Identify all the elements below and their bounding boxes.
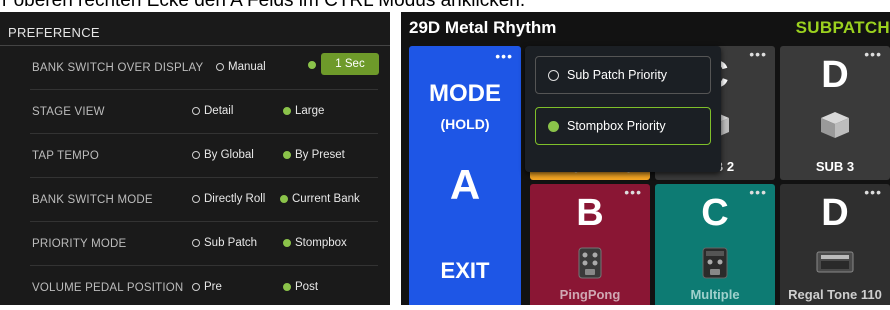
radio-selected-icon [280, 195, 288, 203]
radio-icon [192, 239, 200, 247]
setting-label: BANK SWITCH MODE [32, 194, 153, 206]
option-directly-roll[interactable]: Directly Roll [192, 193, 265, 205]
tile-d-top[interactable]: ••• D SUB 3 [780, 46, 890, 180]
option-label: Stompbox [295, 237, 347, 249]
tile-letter: B [576, 192, 604, 234]
priority-popup: Sub Patch Priority Stompbox Priority [525, 46, 721, 172]
option-label: Stompbox Priority [567, 119, 666, 133]
option-label: Post [295, 281, 319, 293]
option-pre[interactable]: Pre [192, 281, 222, 293]
option-stompbox-priority[interactable]: Stompbox Priority [535, 107, 711, 145]
preference-panel: PREFERENCE BANK SWITCH OVER DISPLAY Manu… [0, 12, 390, 305]
radio-icon [192, 151, 200, 159]
option-by-preset[interactable]: By Preset [283, 149, 345, 161]
radio-icon [192, 107, 200, 115]
option-label: Manual [228, 61, 266, 73]
radio-selected-icon [283, 283, 291, 291]
tile-d-bottom[interactable]: ••• D Regal Tone 110 [780, 184, 890, 305]
option-label: Sub Patch Priority [567, 68, 668, 82]
radio-icon [548, 69, 559, 81]
tile-name: Regal Tone 110 [788, 287, 882, 302]
setting-row-priority-mode: PRIORITY MODE Sub Patch Stompbox [0, 222, 390, 266]
mode-title: MODE [429, 80, 501, 107]
device-display: 29D Metal Rhythm SUBPATCH ••• MODE (HOLD… [401, 12, 890, 305]
option-stompbox[interactable]: Stompbox [283, 237, 347, 249]
radio-selected-icon [283, 151, 291, 159]
more-options-icon[interactable]: ••• [495, 48, 513, 64]
setting-label: STAGE VIEW [32, 106, 105, 118]
radio-icon [216, 63, 224, 71]
exit-label: EXIT [440, 258, 490, 283]
option-label: Pre [204, 281, 222, 293]
tile-name: SUB 3 [815, 159, 855, 174]
option-sub-patch[interactable]: Sub Patch [192, 237, 257, 249]
setting-label: BANK SWITCH OVER DISPLAY [32, 62, 204, 74]
radio-icon [192, 283, 200, 291]
tile-name: PingPong [559, 287, 621, 302]
setting-row-bank-switch-mode: BANK SWITCH MODE Directly Roll Current B… [0, 178, 390, 222]
tile-b-bottom[interactable]: ••• B PingPong [530, 184, 650, 305]
option-label: Sub Patch [204, 237, 258, 249]
tile-letter: D [821, 54, 849, 96]
setting-label: TAP TEMPO [32, 150, 99, 162]
radio-selected-icon [548, 120, 559, 132]
tile-c-bottom[interactable]: ••• C Multiple [655, 184, 775, 305]
option-sub-patch-priority[interactable]: Sub Patch Priority [535, 56, 711, 94]
tile-name: Multiple [690, 287, 740, 302]
tile-letter: A [449, 161, 481, 208]
option-label: By Preset [295, 149, 345, 161]
option-label: Current Bank [292, 193, 360, 205]
option-label: Detail [204, 105, 234, 117]
pedal-icon [702, 247, 728, 279]
mode-indicator: SUBPATCH [795, 18, 890, 37]
radio-selected-icon [283, 107, 291, 115]
pedal-icon [578, 247, 602, 279]
option-label: By Global [204, 149, 254, 161]
amp-icon [816, 251, 854, 273]
setting-row-bank-switch-over-display: BANK SWITCH OVER DISPLAY Manual 1 Sec [0, 46, 390, 90]
seconds-button[interactable]: 1 Sec [321, 53, 379, 75]
mode-tile-a[interactable]: ••• MODE (HOLD) A EXIT [409, 46, 521, 305]
setting-row-volume-pedal-position: VOLUME PEDAL POSITION Pre Post [0, 266, 390, 310]
mode-subtitle: (HOLD) [440, 116, 490, 132]
option-post[interactable]: Post [283, 281, 318, 293]
option-timed[interactable] [308, 61, 316, 69]
instruction-caption: r oberen rechten Ecke den A Felds im CTR… [0, 0, 890, 11]
radio-icon [192, 195, 200, 203]
setting-label: PRIORITY MODE [32, 238, 127, 250]
option-label: Directly Roll [204, 193, 266, 205]
pedal-icon [821, 112, 849, 138]
panel-title: PREFERENCE [8, 25, 100, 40]
option-current-bank[interactable]: Current Bank [280, 193, 360, 205]
setting-label: VOLUME PEDAL POSITION [32, 282, 184, 294]
option-large[interactable]: Large [283, 105, 324, 117]
option-by-global[interactable]: By Global [192, 149, 254, 161]
setting-row-stage-view: STAGE VIEW Detail Large [0, 90, 390, 134]
setting-row-tap-tempo: TAP TEMPO By Global By Preset [0, 134, 390, 178]
option-label: Large [295, 105, 325, 117]
preset-name: 29D Metal Rhythm [409, 18, 557, 37]
tile-letter: D [821, 192, 849, 234]
tile-letter: C [701, 192, 729, 234]
option-detail[interactable]: Detail [192, 105, 233, 117]
radio-selected-icon [283, 239, 291, 247]
radio-selected-icon [308, 61, 316, 69]
option-manual[interactable]: Manual [216, 61, 266, 73]
